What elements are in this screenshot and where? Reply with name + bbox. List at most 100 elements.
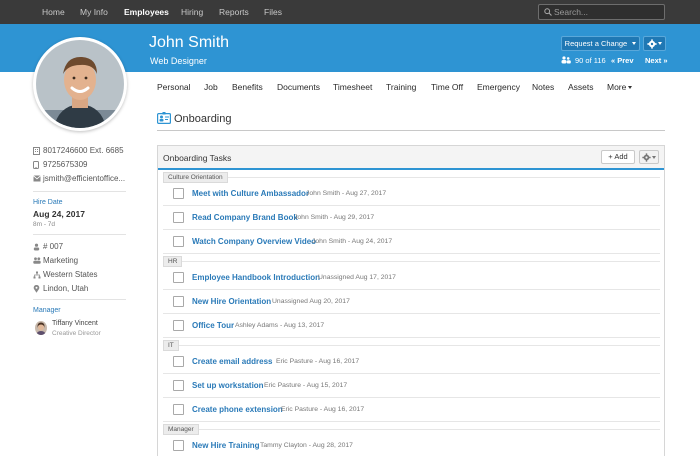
nav-employees[interactable]: Employees xyxy=(124,0,169,24)
task-row: Office Tour Ashley Adams - Aug 13, 2017 xyxy=(163,314,660,338)
tab-training[interactable]: Training xyxy=(386,82,416,93)
employee-photo xyxy=(36,40,124,128)
department-text: Marketing xyxy=(43,256,79,265)
onboarding-tasks-panel: Onboarding Tasks + Add Culture Orientati… xyxy=(157,145,665,456)
task-name-link[interactable]: Read Company Brand Book xyxy=(192,213,298,222)
gear-icon xyxy=(647,39,657,49)
task-row: New Hire Orientation Unassigned Aug 20, … xyxy=(163,290,660,314)
search-input[interactable] xyxy=(554,6,662,18)
task-meta: John Smith - Aug 27, 2017 xyxy=(306,190,387,197)
task-meta: Tammy Clayton - Aug 28, 2017 xyxy=(260,442,353,449)
add-task-button[interactable]: + Add xyxy=(601,150,635,164)
tab-timesheet[interactable]: Timesheet xyxy=(333,82,372,93)
nav-home[interactable]: Home xyxy=(42,0,65,24)
location-text: Lindon, Utah xyxy=(43,284,89,293)
group-divider xyxy=(163,345,660,346)
map-pin-icon xyxy=(33,285,40,293)
group-divider xyxy=(163,177,660,178)
section-title: Onboarding xyxy=(174,113,232,125)
panel-title: Onboarding Tasks xyxy=(163,153,232,163)
task-meta: Eric Pasture - Aug 16, 2017 xyxy=(276,358,360,365)
mobile-phone-icon xyxy=(33,161,39,169)
pager-prev-link[interactable]: « Prev xyxy=(611,56,634,65)
task-name-link[interactable]: Meet with Culture Ambassador xyxy=(192,189,309,198)
hire-date: Aug 24, 2017 xyxy=(33,209,85,219)
nav-files[interactable]: Files xyxy=(264,0,282,24)
nav-hiring[interactable]: Hiring xyxy=(181,0,203,24)
group-divider xyxy=(163,261,660,262)
chevron-down-icon xyxy=(632,42,637,45)
people-icon xyxy=(33,257,41,264)
section-divider xyxy=(157,130,665,131)
nav-my-info[interactable]: My Info xyxy=(80,0,108,24)
onboarding-icon xyxy=(157,112,171,124)
task-name-link[interactable]: New Hire Training xyxy=(192,441,260,450)
task-name-link[interactable]: Watch Company Overview Video xyxy=(192,237,316,246)
task-name-link[interactable]: Office Tour xyxy=(192,321,234,330)
task-meta: John Smith - Aug 29, 2017 xyxy=(294,214,375,221)
task-name-link[interactable]: Create phone extension xyxy=(192,405,283,414)
employee-number-text: # 007 xyxy=(43,242,64,251)
tab-job[interactable]: Job xyxy=(204,82,218,93)
task-name-link[interactable]: Create email address xyxy=(192,357,273,366)
tab-time-off[interactable]: Time Off xyxy=(431,82,463,93)
task-checkbox[interactable] xyxy=(173,320,184,331)
manager-photo xyxy=(35,321,47,335)
search-box[interactable] xyxy=(538,4,665,20)
mobile-phone-text: 9725675309 xyxy=(43,160,88,169)
top-nav: Home My Info Employees Hiring Reports Fi… xyxy=(0,0,700,24)
division-text: Western States xyxy=(43,270,98,279)
task-row: New Hire Training Tammy Clayton - Aug 28… xyxy=(163,434,660,456)
request-change-button[interactable]: Request a Change xyxy=(561,36,640,51)
pager-next-link[interactable]: Next » xyxy=(645,56,668,65)
search-icon xyxy=(544,8,552,16)
employee-avatar xyxy=(33,37,127,131)
task-name-link[interactable]: New Hire Orientation xyxy=(192,297,271,306)
chevron-down-icon xyxy=(658,42,662,45)
tab-emergency[interactable]: Emergency xyxy=(477,82,520,93)
gear-icon xyxy=(642,153,651,162)
pager-count: 90 of 116 xyxy=(575,56,606,65)
task-checkbox[interactable] xyxy=(173,380,184,391)
org-chart-icon xyxy=(33,271,41,279)
envelope-icon xyxy=(33,175,41,182)
task-name-link[interactable]: Set up workstation xyxy=(192,381,264,390)
divider xyxy=(33,191,126,192)
tab-benefits[interactable]: Benefits xyxy=(232,82,263,93)
manager-avatar[interactable] xyxy=(35,321,47,335)
manager-name[interactable]: Tiffany Vincent xyxy=(52,320,98,327)
header-settings-button[interactable] xyxy=(643,36,666,51)
task-row: Meet with Culture Ambassador John Smith … xyxy=(163,182,660,206)
divider xyxy=(33,299,126,300)
tenure: 8m - 7d xyxy=(33,221,56,228)
tab-personal[interactable]: Personal xyxy=(157,82,191,93)
work-phone-text: 8017246600 Ext. 6685 xyxy=(43,146,124,155)
task-row: Read Company Brand Book John Smith - Aug… xyxy=(163,206,660,230)
task-meta: Eric Pasture - Aug 15, 2017 xyxy=(264,382,348,389)
task-meta: Ashley Adams - Aug 13, 2017 xyxy=(235,322,325,329)
task-checkbox[interactable] xyxy=(173,188,184,199)
building-icon xyxy=(33,147,40,155)
task-checkbox[interactable] xyxy=(173,440,184,451)
task-checkbox[interactable] xyxy=(173,296,184,307)
task-checkbox[interactable] xyxy=(173,236,184,247)
task-checkbox[interactable] xyxy=(173,272,184,283)
email-link[interactable]: jsmith@efficientoffice... xyxy=(43,174,125,183)
nav-reports[interactable]: Reports xyxy=(219,0,249,24)
tab-more[interactable]: More xyxy=(607,82,633,93)
tab-notes[interactable]: Notes xyxy=(532,82,554,93)
request-change-label: Request a Change xyxy=(564,39,628,48)
task-checkbox[interactable] xyxy=(173,212,184,223)
chevron-down-icon xyxy=(628,86,633,89)
task-checkbox[interactable] xyxy=(173,356,184,367)
employee-name: John Smith xyxy=(149,34,230,51)
panel-settings-button[interactable] xyxy=(639,150,659,164)
task-name-link[interactable]: Employee Handbook Introduction xyxy=(192,273,320,282)
tab-documents[interactable]: Documents xyxy=(277,82,320,93)
tab-assets[interactable]: Assets xyxy=(568,82,594,93)
task-row: Employee Handbook Introduction Unassigne… xyxy=(163,266,660,290)
task-checkbox[interactable] xyxy=(173,404,184,415)
task-meta: John Smith - Aug 24, 2017 xyxy=(312,238,393,245)
chevron-down-icon xyxy=(652,156,656,159)
person-badge-icon xyxy=(33,243,40,251)
